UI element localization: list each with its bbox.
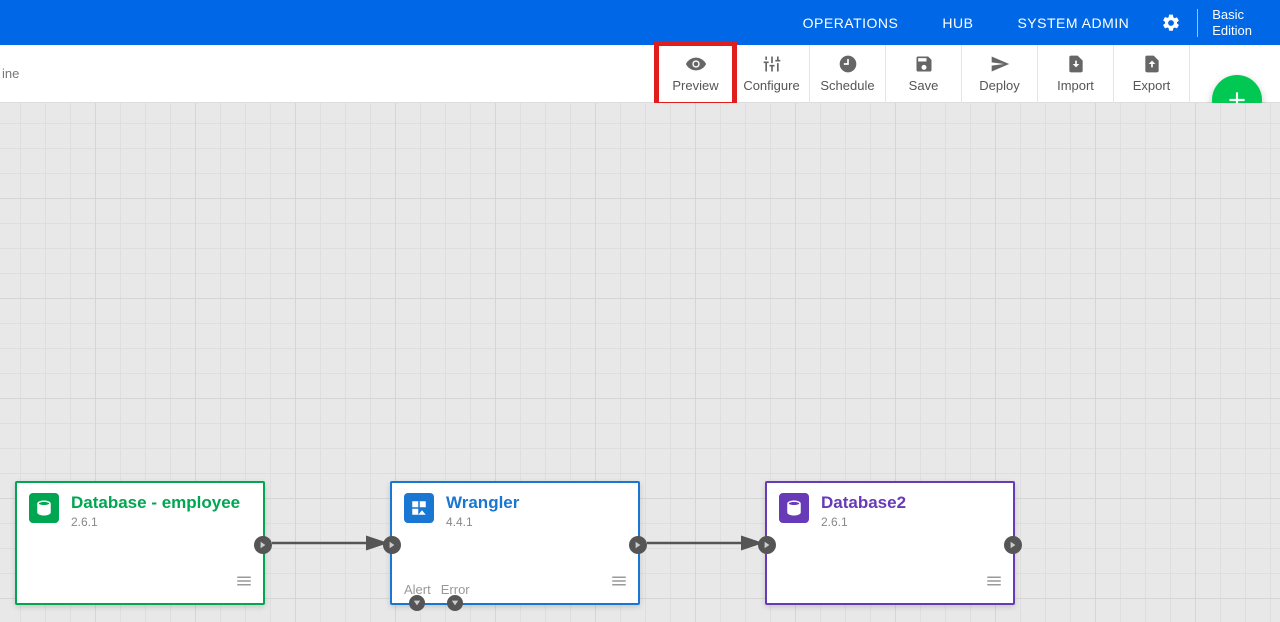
node-version: 2.6.1 [821, 515, 906, 529]
node-version: 4.4.1 [446, 515, 519, 529]
node-wrangler[interactable]: Wrangler 4.4.1 Alert Error [390, 481, 640, 605]
node-menu-button[interactable] [235, 572, 253, 595]
save-button[interactable]: Save [886, 45, 962, 103]
error-port[interactable]: Error [441, 582, 470, 597]
nav-hub[interactable]: HUB [920, 15, 995, 31]
gear-icon [1161, 13, 1181, 33]
nav-system-admin[interactable]: SYSTEM ADMIN [995, 15, 1151, 31]
output-endpoint[interactable] [629, 536, 647, 554]
import-label: Import [1057, 78, 1094, 93]
input-endpoint[interactable] [383, 536, 401, 554]
schedule-button[interactable]: Schedule [810, 45, 886, 103]
import-icon [1066, 54, 1086, 74]
export-button[interactable]: Export [1114, 45, 1190, 103]
deploy-icon [990, 54, 1010, 74]
hamburger-icon [610, 572, 628, 590]
output-endpoint[interactable] [254, 536, 272, 554]
configure-button[interactable]: Configure [734, 45, 810, 103]
database-icon [29, 493, 59, 523]
configure-label: Configure [743, 78, 799, 93]
deploy-button[interactable]: Deploy [962, 45, 1038, 103]
edition-badge: Basic Edition [1204, 7, 1260, 38]
node-version: 2.6.1 [71, 515, 240, 529]
save-icon [914, 54, 934, 74]
nav-operations[interactable]: OPERATIONS [781, 15, 921, 31]
node-menu-button[interactable] [610, 572, 628, 595]
port-endpoint[interactable] [447, 595, 463, 611]
pipeline-toolbar: ine Preview Configure Schedule Save Depl… [0, 45, 1280, 103]
edition-line2: Edition [1212, 23, 1252, 39]
header-divider [1197, 9, 1198, 37]
node-title: Database - employee [71, 493, 240, 513]
preview-button[interactable]: Preview [658, 45, 734, 103]
node-title: Database2 [821, 493, 906, 513]
sliders-icon [762, 54, 782, 74]
export-icon [1142, 54, 1162, 74]
page-title-partial: ine [0, 66, 21, 81]
hamburger-icon [985, 572, 1003, 590]
database-icon [779, 493, 809, 523]
app-header: OPERATIONS HUB SYSTEM ADMIN Basic Editio… [0, 0, 1280, 45]
clock-icon [838, 54, 858, 74]
export-label: Export [1133, 78, 1171, 93]
node-title: Wrangler [446, 493, 519, 513]
hamburger-icon [235, 572, 253, 590]
node-database-employee[interactable]: Database - employee 2.6.1 [15, 481, 265, 605]
node-database2[interactable]: Database2 2.6.1 [765, 481, 1015, 605]
import-button[interactable]: Import [1038, 45, 1114, 103]
wrangler-icon [404, 493, 434, 523]
input-endpoint[interactable] [758, 536, 776, 554]
alert-port[interactable]: Alert [404, 582, 431, 597]
node-menu-button[interactable] [985, 572, 1003, 595]
deploy-label: Deploy [979, 78, 1019, 93]
pipeline-canvas[interactable]: Database - employee 2.6.1 Wrangler 4.4.1… [0, 103, 1280, 622]
edition-line1: Basic [1212, 7, 1252, 23]
port-endpoint[interactable] [409, 595, 425, 611]
settings-button[interactable] [1151, 13, 1191, 33]
eye-icon [686, 54, 706, 74]
preview-label: Preview [672, 78, 718, 93]
schedule-label: Schedule [820, 78, 874, 93]
save-label: Save [909, 78, 939, 93]
output-endpoint[interactable] [1004, 536, 1022, 554]
